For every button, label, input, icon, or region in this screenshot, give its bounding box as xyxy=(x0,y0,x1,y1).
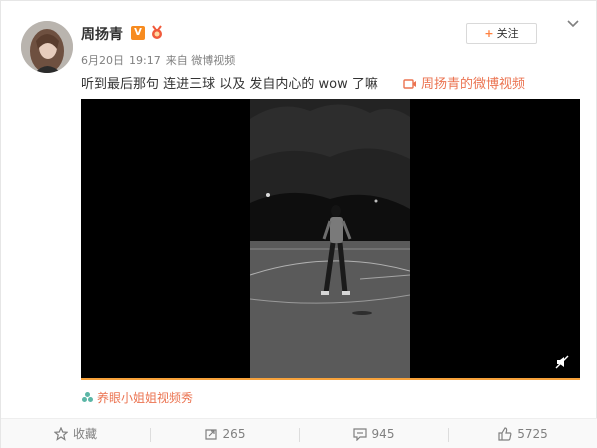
post-source: 来自 微博视频 xyxy=(165,54,236,67)
video-progress-fill xyxy=(81,378,580,380)
chevron-down-icon[interactable] xyxy=(566,19,580,29)
like-button[interactable]: 5725 xyxy=(448,419,597,448)
topic-icon xyxy=(82,392,93,402)
comment-count: 945 xyxy=(371,427,395,441)
post-date[interactable]: 6月20日 xyxy=(81,54,124,67)
video-progress[interactable] xyxy=(81,378,580,380)
post-meta: 6月20日 19:17 来自 微博视频 xyxy=(81,52,240,68)
user-name[interactable]: 周扬青 xyxy=(81,24,123,44)
plus-icon: + xyxy=(484,27,494,40)
video-frame xyxy=(250,99,410,380)
post-time[interactable]: 19:17 xyxy=(129,54,161,67)
repost-count: 265 xyxy=(222,427,246,441)
repost-button[interactable]: 265 xyxy=(150,419,299,448)
like-count: 5725 xyxy=(517,427,548,441)
avatar[interactable] xyxy=(21,21,73,73)
star-icon xyxy=(53,426,69,441)
favorite-button[interactable]: 收藏 xyxy=(1,419,150,448)
favorite-label: 收藏 xyxy=(72,427,97,441)
video-link[interactable]: 周扬青的微博视频 xyxy=(403,73,525,92)
post-text: 听到最后那句 连进三球 以及 发自内心的 wow 了嘛 xyxy=(81,77,378,92)
follow-label: 关注 xyxy=(496,27,519,40)
video-icon xyxy=(403,79,416,89)
weibo-post-card: 周扬青 V 6月20日 19:17 来自 微博视频 + 关注 听到最后那句 连进三球 … xyxy=(0,0,597,448)
video-link-text: 周扬青的微博视频 xyxy=(421,77,526,92)
action-bar: 收藏 265 945 5725 xyxy=(1,418,597,448)
vip-badge: V xyxy=(131,26,145,40)
medal-icon xyxy=(152,25,162,39)
follow-button[interactable]: + 关注 xyxy=(466,23,537,44)
topic-link[interactable]: 养眼小姐姐视频秀 xyxy=(81,389,193,406)
like-icon xyxy=(498,427,512,441)
comment-icon xyxy=(352,428,367,442)
video-player[interactable] xyxy=(81,99,580,380)
repost-icon xyxy=(204,429,217,440)
topic-link-text: 养眼小姐姐视频秀 xyxy=(97,391,194,405)
comment-button[interactable]: 945 xyxy=(299,419,448,448)
mute-icon[interactable] xyxy=(555,355,569,369)
